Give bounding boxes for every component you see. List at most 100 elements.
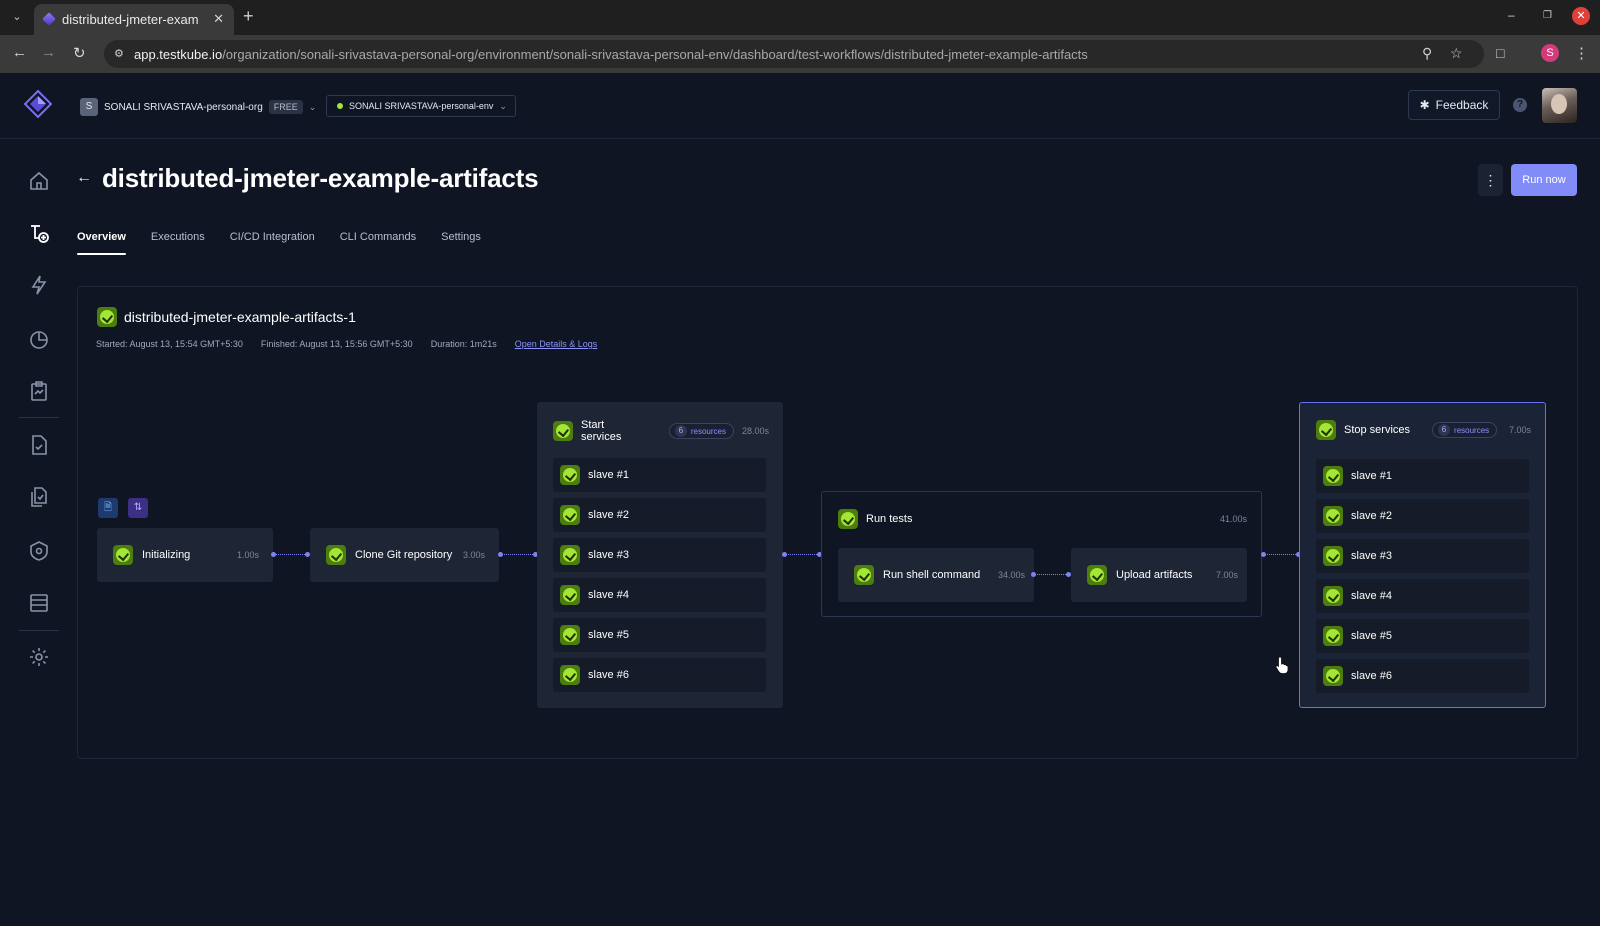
step-initializing[interactable]: Initializing 1.00s [97, 528, 273, 582]
address-bar[interactable]: ⚙ app.testkube.io/organization/sonali-sr… [104, 40, 1484, 68]
service-item[interactable]: slave #2 [553, 498, 766, 532]
resources-label: resources [690, 426, 726, 436]
extensions-icon[interactable]: □ [1496, 45, 1504, 61]
group-header: Start services 6 resources 28.00s [553, 419, 769, 443]
test-workflows-icon[interactable] [28, 222, 50, 244]
execution-duration: Duration: 1m21s [430, 339, 497, 349]
more-options-button[interactable]: ⋮ [1478, 164, 1503, 196]
tab-search-icon[interactable]: ⌄ [8, 8, 26, 26]
browser-tab[interactable]: distributed-jmeter-exam ✕ [34, 4, 234, 35]
connector-line [1034, 574, 1068, 575]
group-duration: 41.00s [1219, 514, 1247, 524]
group-label: Run tests [866, 513, 913, 525]
back-arrow-icon[interactable]: ← [76, 169, 92, 187]
file-tag-icon[interactable]: 🗎 [98, 498, 118, 518]
resources-badge[interactable]: 6 resources [668, 423, 734, 439]
step-duration: 7.00s [1215, 570, 1238, 580]
step-passed-icon [560, 545, 580, 565]
step-stop-services[interactable]: Stop services 6 resources 7.00s slave #1… [1299, 402, 1546, 708]
step-run-shell-command[interactable]: Run shell command 34.00s [838, 548, 1034, 602]
forward-icon[interactable]: → [41, 44, 56, 61]
tab-ci-cd-integration[interactable]: CI/CD Integration [230, 228, 315, 258]
site-info-icon[interactable]: ⚙ [114, 47, 128, 61]
step-start-services[interactable]: Start services 6 resources 28.00s slave … [537, 402, 783, 708]
environment-switcher[interactable]: SONALI SRIVASTAVA-personal-env ⌄ [326, 95, 516, 117]
sources-server-icon[interactable] [28, 592, 50, 614]
sidebar-divider [19, 417, 59, 418]
resources-label: resources [1454, 425, 1490, 435]
service-item[interactable]: slave #5 [1316, 619, 1529, 653]
step-upload-artifacts[interactable]: Upload artifacts 7.00s [1071, 548, 1247, 602]
zoom-icon[interactable]: ⚲ [1422, 45, 1432, 62]
service-label: slave #5 [588, 629, 629, 641]
step-passed-icon [1323, 506, 1343, 526]
browser-tabstrip: ⌄ distributed-jmeter-exam ✕ + – ❐ ✕ [0, 0, 1600, 35]
open-details-logs-link[interactable]: Open Details & Logs [515, 339, 598, 349]
executors-shield-icon[interactable] [28, 540, 50, 562]
testkube-favicon-icon [42, 12, 56, 26]
service-item[interactable]: slave #2 [1316, 499, 1529, 533]
step-passed-icon [113, 545, 133, 565]
service-item[interactable]: slave #5 [553, 618, 766, 652]
service-item[interactable]: slave #6 [1316, 659, 1529, 693]
service-label: slave #2 [1351, 510, 1392, 522]
connector-line [274, 554, 307, 555]
test-results-clipboard-icon[interactable] [28, 380, 50, 402]
browser-toolbar: ← → ↻ ⚙ app.testkube.io/organization/son… [0, 35, 1600, 73]
tests-file-icon[interactable] [28, 434, 50, 456]
page-title: distributed-jmeter-example-artifacts [102, 163, 539, 193]
tab-executions[interactable]: Executions [151, 228, 205, 258]
step-passed-icon [1323, 466, 1343, 486]
url-host: app.testkube.io [134, 47, 223, 62]
service-item[interactable]: slave #3 [1316, 539, 1529, 573]
close-window-icon[interactable]: ✕ [1572, 7, 1590, 25]
step-label: Initializing [142, 549, 191, 561]
reload-icon[interactable]: ↻ [73, 44, 86, 62]
organization-switcher[interactable]: S SONALI SRIVASTAVA-personal-org FREE ⌄ [80, 97, 316, 117]
execution-name[interactable]: distributed-jmeter-example-artifacts-1 [124, 309, 356, 325]
new-tab-icon[interactable]: + [243, 6, 254, 27]
user-avatar[interactable] [1542, 88, 1577, 123]
home-icon[interactable] [28, 170, 50, 192]
service-item[interactable]: slave #6 [553, 658, 766, 692]
service-item[interactable]: slave #4 [1316, 579, 1529, 613]
service-label: slave #4 [1351, 590, 1392, 602]
step-run-tests[interactable]: Run tests 41.00s Run shell command 34.00… [821, 491, 1262, 617]
service-item[interactable]: slave #4 [553, 578, 766, 612]
plan-badge: FREE [268, 100, 303, 114]
minimize-icon[interactable]: – [1508, 8, 1515, 22]
close-tab-icon[interactable]: ✕ [213, 11, 224, 27]
tab-overview[interactable]: Overview [77, 228, 126, 258]
test-suites-files-icon[interactable] [28, 486, 50, 508]
help-icon[interactable]: ? [1513, 98, 1527, 112]
git-pull-request-icon[interactable]: ⇅ [128, 498, 148, 518]
browser-menu-icon[interactable]: ⋮ [1574, 44, 1589, 62]
tab-cli-commands[interactable]: CLI Commands [340, 228, 416, 258]
group-label: Start services [581, 419, 622, 443]
settings-gear-icon[interactable] [28, 646, 50, 668]
step-passed-icon [1323, 546, 1343, 566]
testkube-logo-icon[interactable] [24, 90, 52, 118]
step-passed-icon [854, 565, 874, 585]
connector-line [501, 554, 535, 555]
step-passed-icon [553, 421, 573, 441]
run-now-button[interactable]: Run now [1511, 164, 1577, 196]
service-item[interactable]: slave #3 [553, 538, 766, 572]
service-item[interactable]: slave #1 [1316, 459, 1529, 493]
back-icon[interactable]: ← [12, 44, 27, 61]
browser-profile-avatar[interactable]: S [1541, 44, 1559, 62]
step-label: Clone Git repository [355, 549, 453, 561]
insights-pie-icon[interactable] [28, 328, 50, 350]
service-item[interactable]: slave #1 [553, 458, 766, 492]
step-passed-icon [1323, 626, 1343, 646]
resources-badge[interactable]: 6 resources [1432, 422, 1498, 438]
bookmark-star-icon[interactable]: ☆ [1450, 45, 1463, 62]
tab-settings[interactable]: Settings [441, 228, 481, 258]
url-text: app.testkube.io/organization/sonali-sriv… [134, 47, 1088, 62]
feedback-button[interactable]: ✱ Feedback [1408, 90, 1500, 120]
step-passed-icon [1316, 420, 1336, 440]
step-clone-git-repository[interactable]: Clone Git repository 3.00s [310, 528, 499, 582]
resources-count: 6 [674, 425, 687, 437]
restore-icon[interactable]: ❐ [1543, 10, 1552, 21]
triggers-bolt-icon[interactable] [28, 274, 50, 296]
